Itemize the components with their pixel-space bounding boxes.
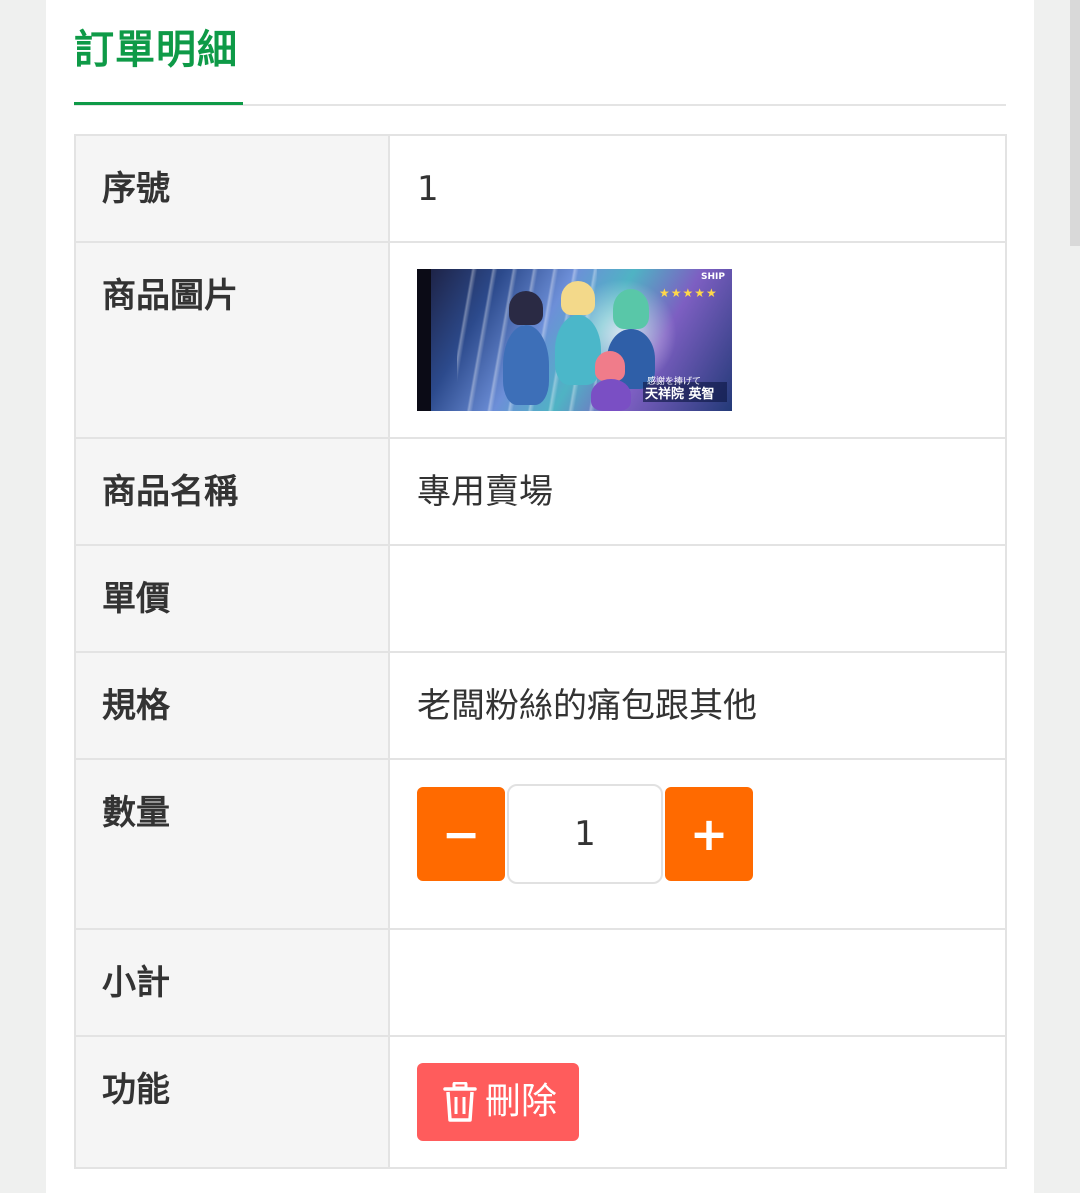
label-cell: 單價	[74, 544, 390, 653]
serial-label: 序號	[102, 169, 170, 209]
label-cell: 序號	[74, 134, 390, 243]
image-figure	[613, 289, 649, 329]
label-cell: 功能	[74, 1035, 390, 1169]
delete-button-label: 刪除	[485, 1081, 558, 1122]
unit-price-label: 單價	[102, 579, 170, 619]
table-row-spec: 規格 老闆粉絲的痛包跟其他	[74, 651, 1007, 760]
subtotal-label: 小計	[102, 963, 170, 1003]
unit-price-value	[390, 546, 1005, 576]
quantity-stepper: − +	[417, 784, 1005, 884]
quantity-label: 數量	[102, 793, 170, 833]
image-figure	[595, 351, 625, 381]
subtotal-value	[390, 930, 1005, 960]
value-cell	[388, 928, 1007, 1037]
value-cell: 1	[388, 134, 1007, 243]
label-cell: 商品名稱	[74, 437, 390, 546]
quantity-input[interactable]	[507, 784, 663, 884]
label-cell: 規格	[74, 651, 390, 760]
order-detail-card: 訂單明細 序號 1 商品圖片 SHIP ★★★★★ 感謝を捧げて 天祥院 英智 …	[46, 0, 1034, 1193]
image-strip	[417, 269, 431, 411]
image-figure	[509, 291, 543, 325]
image-figure	[503, 325, 549, 405]
label-cell: 商品圖片	[74, 241, 390, 439]
image-figure	[591, 379, 631, 411]
scrollbar-thumb[interactable]	[1070, 0, 1080, 246]
value-cell: − +	[388, 758, 1007, 930]
value-cell: 刪除	[388, 1035, 1007, 1169]
image-figure	[561, 281, 595, 315]
spec-value: 老闆粉絲的痛包跟其他	[417, 686, 757, 726]
table-row-serial: 序號 1	[74, 134, 1007, 243]
spec-label: 規格	[102, 686, 170, 726]
value-cell: 老闆粉絲的痛包跟其他	[388, 651, 1007, 760]
function-label: 功能	[102, 1070, 170, 1110]
value-cell: 專用賣場	[388, 437, 1007, 546]
image-caption-line1: 感謝を捧げて	[647, 377, 702, 387]
table-row-unit-price: 單價	[74, 544, 1007, 653]
product-image[interactable]: SHIP ★★★★★ 感謝を捧げて 天祥院 英智	[417, 269, 732, 411]
table-row-product-image: 商品圖片 SHIP ★★★★★ 感謝を捧げて 天祥院 英智	[74, 241, 1007, 439]
table-row-function: 功能 刪除	[74, 1035, 1007, 1169]
serial-value: 1	[417, 169, 439, 209]
product-name-value: 專用賣場	[417, 472, 553, 512]
increment-button[interactable]: +	[665, 787, 753, 881]
product-image-label: 商品圖片	[102, 276, 238, 316]
value-cell	[388, 544, 1007, 653]
value-cell: SHIP ★★★★★ 感謝を捧げて 天祥院 英智	[388, 241, 1007, 439]
table-row-product-name: 商品名稱 專用賣場	[74, 437, 1007, 546]
image-figure	[555, 315, 601, 385]
order-detail-table: 序號 1 商品圖片 SHIP ★★★★★ 感謝を捧げて 天祥院 英智 商品名稱 …	[74, 134, 1007, 1169]
page-title: 訂單明細	[74, 27, 238, 73]
label-cell: 小計	[74, 928, 390, 1037]
delete-button[interactable]: 刪除	[417, 1063, 580, 1141]
label-cell: 數量	[74, 758, 390, 930]
image-badge-text: SHIP	[701, 272, 725, 282]
rarity-stars: ★★★★★	[659, 286, 718, 300]
decrement-button[interactable]: −	[417, 787, 505, 881]
image-caption-line2: 天祥院 英智	[645, 387, 715, 402]
product-name-label: 商品名稱	[102, 472, 238, 512]
title-underline	[74, 102, 243, 105]
trash-icon	[443, 1082, 477, 1122]
table-row-quantity: 數量 − +	[74, 758, 1007, 930]
table-row-subtotal: 小計	[74, 928, 1007, 1037]
